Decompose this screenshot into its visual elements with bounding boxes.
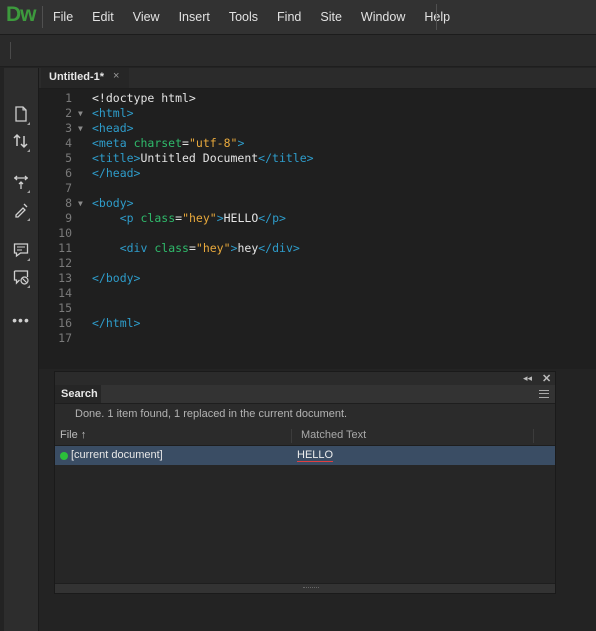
panel-tab-row: Search: [55, 385, 555, 404]
sort-icon[interactable]: [10, 133, 32, 153]
app-logo: Dw: [6, 3, 36, 26]
code-line[interactable]: 6 </head>: [39, 166, 579, 181]
code-editor[interactable]: 1 <!doctype html> 2 ▼ <html> 3 ▼ <head> 4 <meta c…: [39, 89, 596, 369]
line-number: 10: [58, 226, 72, 240]
document-icon[interactable]: [10, 106, 32, 126]
line-number: 13: [58, 271, 72, 285]
code-line[interactable]: 10: [39, 226, 579, 241]
line-number: 14: [58, 286, 72, 300]
code-line[interactable]: 15: [39, 301, 579, 316]
menu-tools[interactable]: Tools: [229, 10, 258, 24]
line-number: 12: [58, 256, 72, 270]
code-line[interactable]: 1 <!doctype html>: [39, 91, 579, 106]
tab-search[interactable]: Search: [55, 385, 101, 403]
line-number: 3: [65, 121, 72, 135]
more-icon[interactable]: •••: [10, 310, 32, 330]
code-text: <head>: [92, 121, 134, 135]
panel-header: ◂◂ ✕: [55, 372, 555, 385]
code-line[interactable]: 2 ▼ <html>: [39, 106, 579, 121]
line-number: 7: [65, 181, 72, 195]
search-panel: ◂◂ ✕ Search Done. 1 item found, 1 replac…: [54, 371, 556, 594]
fold-arrow-icon[interactable]: ▼: [78, 196, 83, 211]
menu-divider: [42, 6, 43, 28]
code-text: <html>: [92, 106, 134, 120]
menu-divider-right: [436, 4, 437, 30]
code-text: </body>: [92, 271, 141, 285]
column-divider[interactable]: [533, 429, 534, 443]
menu-items: File Edit View Insert Tools Find Site Wi…: [53, 10, 469, 24]
code-line[interactable]: 7: [39, 181, 579, 196]
menu-bar: Dw File Edit View Insert Tools Find Site…: [0, 0, 596, 35]
panel-menu-icon[interactable]: [539, 390, 549, 398]
code-line[interactable]: 9 <p class="hey">HELLO</p>: [39, 211, 579, 226]
code-text: <div class="hey">hey</div>: [119, 241, 300, 255]
code-line[interactable]: 14: [39, 286, 579, 301]
column-divider[interactable]: [291, 429, 292, 443]
horizontal-scrollbar[interactable]: [55, 583, 555, 593]
code-text: <title>Untitled Document</title>: [92, 151, 314, 165]
comment-icon[interactable]: [10, 242, 32, 262]
results-header: File ↑ Matched Text: [55, 426, 555, 446]
line-number: 16: [58, 316, 72, 330]
code-line[interactable]: 16 </html>: [39, 316, 579, 331]
result-matched-text: HELLO: [297, 449, 334, 462]
code-line[interactable]: 5 <title>Untitled Document</title>: [39, 151, 579, 166]
result-file: [current document]: [71, 449, 163, 461]
code-text: <body>: [92, 196, 134, 210]
line-number: 6: [65, 166, 72, 180]
tab-title: Untitled-1*: [49, 71, 104, 83]
collapse-panel-icon[interactable]: ◂◂: [523, 373, 532, 384]
code-text: </head>: [92, 166, 141, 180]
menu-window[interactable]: Window: [361, 10, 405, 24]
left-toolbar: •••: [4, 68, 39, 631]
search-status: Done. 1 item found, 1 replaced in the cu…: [75, 408, 348, 420]
code-line[interactable]: 11 <div class="hey">hey</div>: [39, 241, 579, 256]
fold-arrow-icon[interactable]: ▼: [78, 106, 83, 121]
fold-arrow-icon[interactable]: ▼: [78, 121, 83, 136]
results-empty-area: [55, 465, 555, 583]
expand-collapse-icon[interactable]: [10, 174, 32, 194]
status-dot-icon: [60, 452, 68, 460]
document-tab-bar: Untitled-1* ×: [39, 68, 596, 89]
column-matched-text[interactable]: Matched Text: [301, 429, 366, 441]
column-file[interactable]: File ↑: [60, 429, 86, 441]
line-number: 11: [58, 241, 72, 255]
line-number: 15: [58, 301, 72, 315]
code-line[interactable]: 13 </body>: [39, 271, 579, 286]
remove-comment-icon[interactable]: [10, 269, 32, 289]
code-line[interactable]: 12: [39, 256, 579, 271]
code-line[interactable]: 17: [39, 331, 579, 346]
menu-find[interactable]: Find: [277, 10, 301, 24]
code-text: <meta charset="utf-8">: [92, 136, 245, 150]
table-row[interactable]: [current document] HELLO: [55, 446, 555, 465]
format-icon[interactable]: [10, 202, 32, 222]
line-number: 17: [58, 331, 72, 345]
toolbar-grip[interactable]: [10, 42, 11, 59]
line-number: 1: [65, 91, 72, 105]
tab-close-icon[interactable]: ×: [113, 70, 119, 82]
line-number: 4: [65, 136, 72, 150]
line-number: 2: [65, 106, 72, 120]
menu-file[interactable]: File: [53, 10, 73, 24]
code-line[interactable]: 3 ▼ <head>: [39, 121, 579, 136]
line-number: 8: [65, 196, 72, 210]
menu-view[interactable]: View: [133, 10, 160, 24]
toolbar: [0, 35, 596, 67]
menu-edit[interactable]: Edit: [92, 10, 114, 24]
code-text: <p class="hey">HELLO</p>: [119, 211, 286, 225]
close-panel-icon[interactable]: ✕: [542, 372, 551, 385]
code-line[interactable]: 4 <meta charset="utf-8">: [39, 136, 579, 151]
code-text: <!doctype html>: [92, 91, 196, 105]
line-number: 5: [65, 151, 72, 165]
code-line[interactable]: 8 ▼ <body>: [39, 196, 579, 211]
menu-site[interactable]: Site: [320, 10, 342, 24]
menu-help[interactable]: Help: [424, 10, 450, 24]
line-number: 9: [65, 211, 72, 225]
code-text: </html>: [92, 316, 141, 330]
menu-insert[interactable]: Insert: [179, 10, 210, 24]
tab-untitled-1[interactable]: Untitled-1* ×: [41, 68, 129, 88]
